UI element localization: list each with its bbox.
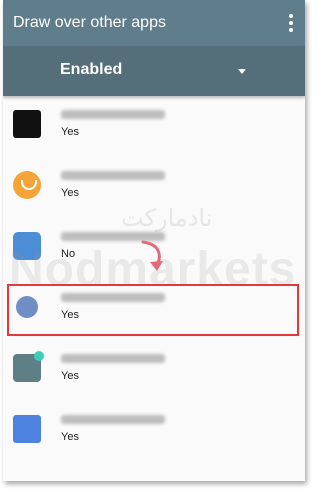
list-item-album[interactable]: Yes xyxy=(3,157,305,218)
more-vert-icon[interactable] xyxy=(289,14,293,32)
amazon-app-icon xyxy=(13,232,41,260)
list-item-calculator[interactable]: Yes xyxy=(3,340,305,401)
app-status: Yes xyxy=(61,309,79,321)
android-system-icon xyxy=(16,296,38,318)
calculator-icon xyxy=(13,351,44,382)
app-name-blurred xyxy=(61,415,165,424)
app-list: Yes Yes No Yes Yes Yes xyxy=(3,96,305,462)
filter-dropdown[interactable]: Enabled xyxy=(3,46,305,96)
list-item-calendar[interactable]: Yes xyxy=(3,401,305,462)
list-item-amazon-app[interactable]: No xyxy=(3,218,305,279)
account-manager-icon xyxy=(13,110,41,138)
list-item-android-system[interactable]: Yes xyxy=(3,279,305,340)
dropdown-caret-icon xyxy=(238,69,246,74)
app-status: Yes xyxy=(61,187,79,199)
app-name-blurred xyxy=(61,354,165,363)
app-status: Yes xyxy=(61,370,79,382)
app-status: No xyxy=(61,248,76,260)
app-status: Yes xyxy=(61,431,79,443)
app-status: Yes xyxy=(61,126,79,138)
app-name-blurred xyxy=(61,293,165,302)
phone-screen: Draw over other apps Enabled Yes Yes No … xyxy=(3,0,305,481)
app-bar: Draw over other apps xyxy=(3,0,305,46)
page-title: Draw over other apps xyxy=(13,14,166,31)
list-item-account-manager[interactable]: Yes xyxy=(3,96,305,157)
app-name-blurred xyxy=(61,232,165,241)
app-name-blurred xyxy=(61,110,165,119)
filter-selected-value: Enabled xyxy=(60,61,123,78)
calendar-icon xyxy=(13,415,41,443)
app-name-blurred xyxy=(61,171,165,180)
album-icon xyxy=(13,171,41,199)
